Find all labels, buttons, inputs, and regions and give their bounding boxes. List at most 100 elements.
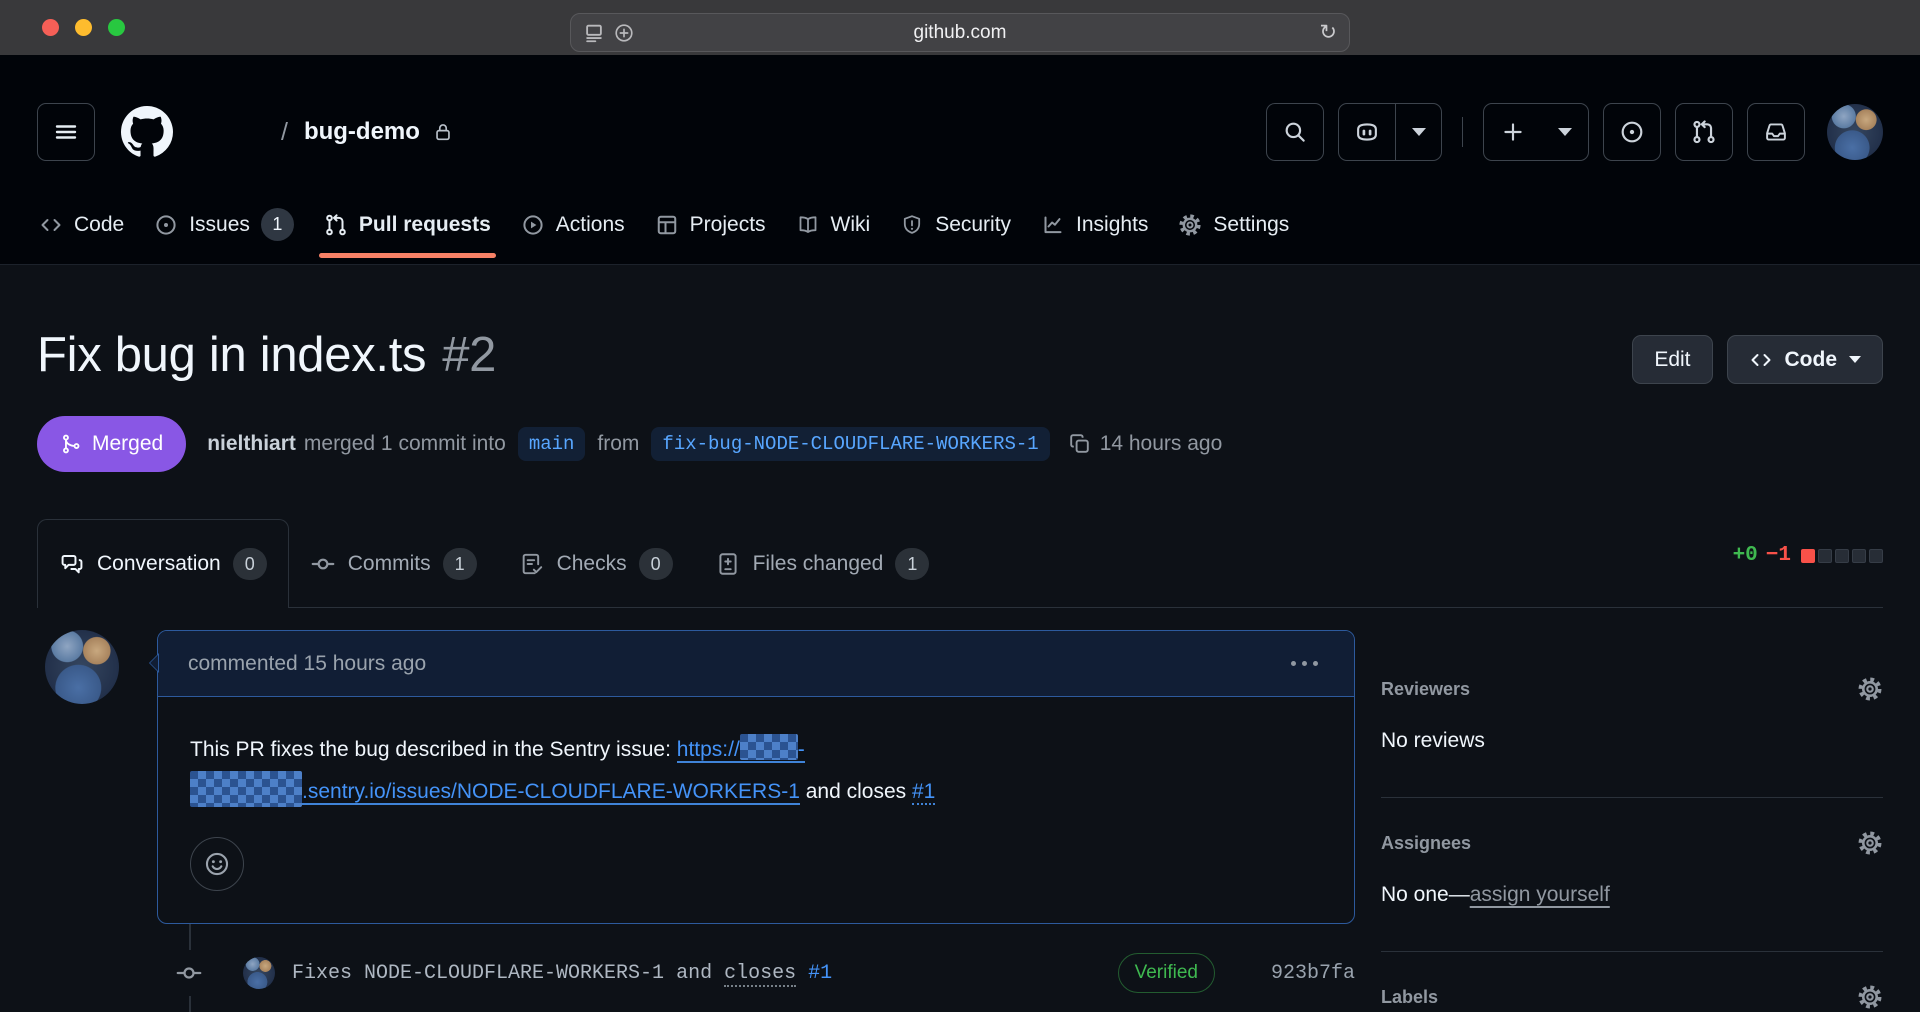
commit-sha[interactable]: 923b7fa xyxy=(1271,962,1355,985)
nav-tab-insights[interactable]: Insights xyxy=(1026,185,1163,265)
url-bar[interactable]: github.com ↻ xyxy=(570,13,1350,52)
breadcrumb-separator: / xyxy=(281,118,288,147)
tab-commits[interactable]: Commits 1 xyxy=(289,521,498,607)
create-new-button[interactable] xyxy=(1483,103,1589,161)
gear-icon[interactable] xyxy=(1857,984,1883,1010)
git-commit-icon xyxy=(174,950,204,996)
diffstat: +0 −1 xyxy=(1733,544,1883,567)
code-button-label: Code xyxy=(1785,348,1838,372)
inbox-icon xyxy=(1763,119,1789,145)
pull-requests-dashboard-button[interactable] xyxy=(1675,103,1733,161)
checklist-icon xyxy=(519,551,545,577)
git-pull-request-icon xyxy=(324,213,348,237)
header-divider xyxy=(1462,117,1463,147)
reviewers-title: Reviewers xyxy=(1381,679,1470,700)
nav-tab-security[interactable]: Security xyxy=(885,185,1026,265)
file-diff-icon xyxy=(715,551,741,577)
code-dropdown-button[interactable]: Code xyxy=(1727,335,1884,384)
nav-label: Security xyxy=(935,213,1011,237)
tab-count: 0 xyxy=(639,548,673,580)
nav-label: Actions xyxy=(556,213,625,237)
merge-action-text: merged 1 commit into xyxy=(304,432,506,456)
assignees-title: Assignees xyxy=(1381,833,1471,854)
gear-icon[interactable] xyxy=(1857,830,1883,856)
kebab-menu-icon[interactable] xyxy=(1285,655,1324,672)
git-pull-request-icon xyxy=(1691,119,1717,145)
nav-label: Projects xyxy=(690,213,766,237)
comment-header-text: commented 15 hours ago xyxy=(188,652,426,676)
user-avatar[interactable] xyxy=(1827,104,1883,160)
hamburger-menu-button[interactable] xyxy=(37,103,95,161)
copilot-icon[interactable] xyxy=(1339,104,1395,160)
nav-tab-pull-requests[interactable]: Pull requests xyxy=(309,185,506,265)
search-icon xyxy=(1282,119,1308,145)
tab-files-changed[interactable]: Files changed 1 xyxy=(694,521,951,607)
nav-tab-actions[interactable]: Actions xyxy=(506,185,640,265)
copilot-button[interactable] xyxy=(1338,103,1442,161)
close-window-button[interactable] xyxy=(42,19,59,36)
graph-icon xyxy=(1041,213,1065,237)
smiley-icon xyxy=(203,850,231,878)
nav-tab-settings[interactable]: Settings xyxy=(1163,185,1304,265)
from-word: from xyxy=(597,432,639,456)
hamburger-icon xyxy=(52,118,80,146)
head-branch-chip[interactable]: fix-bug-NODE-CLOUDFLARE-WORKERS-1 xyxy=(651,427,1049,461)
shield-icon xyxy=(900,213,924,237)
inbox-button[interactable] xyxy=(1747,103,1805,161)
plus-icon[interactable] xyxy=(1484,104,1542,160)
issue-opened-icon xyxy=(1619,119,1645,145)
commit-author-avatar[interactable] xyxy=(243,957,275,989)
comment-author-avatar[interactable] xyxy=(45,630,119,704)
create-new-dropdown[interactable] xyxy=(1542,104,1588,160)
assign-yourself-link[interactable]: assign yourself xyxy=(1470,883,1610,906)
nav-label: Issues xyxy=(189,213,250,237)
breadcrumb-repo-name[interactable]: bug-demo xyxy=(304,118,420,146)
pr-tabs: Conversation 0 Commits 1 Checks 0 xyxy=(37,518,1883,608)
nav-label: Insights xyxy=(1076,213,1148,237)
comment-text: This PR fixes the bug described in the S… xyxy=(190,738,671,761)
tab-count: 0 xyxy=(233,548,267,580)
code-icon xyxy=(39,213,63,237)
window-controls xyxy=(42,19,125,36)
pr-number: #2 xyxy=(442,328,496,382)
edit-button[interactable]: Edit xyxy=(1632,335,1712,384)
refresh-icon[interactable]: ↻ xyxy=(1319,22,1337,43)
redacted-org-name xyxy=(740,734,798,760)
play-circle-icon xyxy=(521,213,545,237)
nav-tab-wiki[interactable]: Wiki xyxy=(781,185,886,265)
edit-button-label: Edit xyxy=(1654,348,1690,372)
book-icon xyxy=(796,213,820,237)
issue-1-link[interactable]: #1 xyxy=(912,780,935,805)
tab-label: Commits xyxy=(348,552,431,576)
add-reaction-button[interactable] xyxy=(190,837,244,891)
copy-branch-icon[interactable] xyxy=(1068,432,1092,456)
zoom-window-button[interactable] xyxy=(108,19,125,36)
gear-icon[interactable] xyxy=(1857,676,1883,702)
nav-tab-code[interactable]: Code xyxy=(24,185,139,265)
minimize-window-button[interactable] xyxy=(75,19,92,36)
reviewers-empty-text: No reviews xyxy=(1381,729,1883,753)
and-word: and xyxy=(806,780,841,803)
tab-label: Conversation xyxy=(97,552,221,576)
nav-tab-projects[interactable]: Projects xyxy=(640,185,781,265)
issues-dashboard-button[interactable] xyxy=(1603,103,1661,161)
pr-meta-row: Merged nielthiart merged 1 commit into m… xyxy=(37,416,1883,472)
redacted-org-name xyxy=(190,771,302,807)
base-branch-chip[interactable]: main xyxy=(518,427,586,461)
github-logo[interactable] xyxy=(121,106,173,158)
search-button[interactable] xyxy=(1266,103,1324,161)
verified-badge[interactable]: Verified xyxy=(1118,953,1215,993)
copilot-dropdown[interactable] xyxy=(1395,104,1441,160)
nav-tab-issues[interactable]: Issues 1 xyxy=(139,185,309,265)
sidebar-section-reviewers: Reviewers No reviews xyxy=(1381,676,1883,798)
issue-1-link[interactable]: #1 xyxy=(808,962,832,985)
commit-message[interactable]: Fixes NODE-CLOUDFLARE-WORKERS-1 and clos… xyxy=(292,962,832,985)
tab-conversation[interactable]: Conversation 0 xyxy=(37,519,289,608)
closes-keyword[interactable]: closes xyxy=(724,962,796,987)
git-merge-icon xyxy=(60,433,82,455)
merged-status-badge: Merged xyxy=(37,416,186,472)
tab-checks[interactable]: Checks 0 xyxy=(498,521,694,607)
pr-author[interactable]: nielthiart xyxy=(207,432,296,456)
table-icon xyxy=(655,213,679,237)
deletions-count: −1 xyxy=(1766,544,1791,567)
